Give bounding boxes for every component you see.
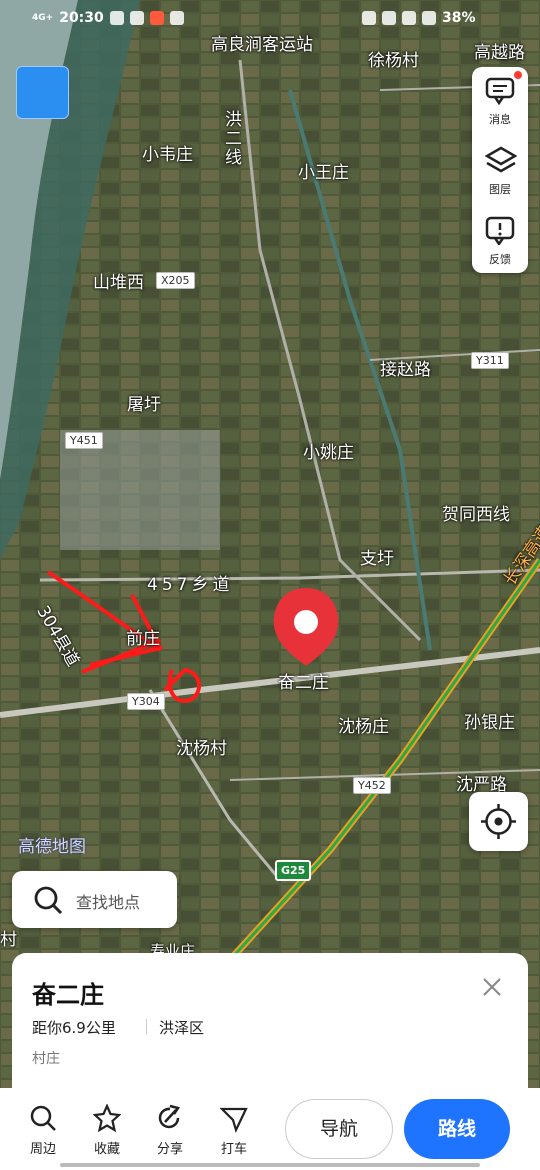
map-label: 小王庄 xyxy=(298,163,349,183)
map-label: 前庄 xyxy=(126,629,160,649)
map-side-panel: 消息 图层 反馈 xyxy=(472,67,528,273)
feedback-icon xyxy=(485,216,515,245)
map-label: 支圩 xyxy=(360,549,394,569)
map-label: 奋二庄 xyxy=(278,673,329,693)
search-icon xyxy=(34,886,63,915)
road-badge: Y451 xyxy=(65,432,103,449)
feedback-label: 反馈 xyxy=(489,253,511,266)
road-badge: X205 xyxy=(156,272,195,289)
wifi-icon xyxy=(422,11,436,25)
map-label: 村 xyxy=(0,930,17,950)
search-nearby-icon xyxy=(30,1105,56,1131)
map-label: 沈杨村 xyxy=(176,739,227,759)
place-district: 洪泽区 xyxy=(159,1019,205,1037)
network-indicator: 4G+ xyxy=(32,13,54,23)
map-label: 小姚庄 xyxy=(303,443,354,463)
map-label: 小韦庄 xyxy=(142,145,193,165)
map-label: 接赵路 xyxy=(380,360,431,380)
mute-icon xyxy=(402,11,416,25)
bottom-toolbar: 周边 收藏 分享 打车 导航 路线 xyxy=(0,1088,540,1170)
road-badge: Y452 xyxy=(353,777,391,794)
route-button[interactable]: 路线 xyxy=(404,1099,510,1159)
messages-label: 消息 xyxy=(489,113,511,126)
layers-icon xyxy=(485,146,517,173)
layers-button[interactable]: 图层 xyxy=(472,137,528,205)
star-icon xyxy=(93,1104,121,1133)
favorite-label: 收藏 xyxy=(93,1142,120,1157)
map-label: 贺同西线 xyxy=(442,505,510,525)
locate-me-button[interactable] xyxy=(469,792,528,851)
nearby-label: 周边 xyxy=(29,1142,56,1157)
app-notification-icon xyxy=(169,11,184,25)
place-type: 村庄 xyxy=(32,1051,60,1067)
road-badge: Y311 xyxy=(471,352,509,369)
place-distance: 距你6.9公里 xyxy=(32,1019,116,1037)
close-icon[interactable] xyxy=(480,975,504,999)
map-label: 屠圩 xyxy=(127,395,161,415)
map-label: 沈杨庄 xyxy=(338,717,389,737)
home-indicator[interactable] xyxy=(60,1163,480,1167)
road-badge: Y304 xyxy=(127,693,165,710)
status-bar: 4G+ 20:30 38% xyxy=(0,0,540,38)
app-notification-icon xyxy=(129,11,144,25)
app-notification-icon xyxy=(149,11,164,25)
map-label: 山堆西 xyxy=(93,273,144,293)
map-label: 高越路 xyxy=(474,43,525,63)
taxi-label: 打车 xyxy=(220,1142,247,1157)
search-place-box[interactable]: 查找地点 xyxy=(12,871,177,928)
map-watermark: 高德地图 xyxy=(18,837,86,857)
map-label: 徐杨村 xyxy=(368,51,419,71)
location-status-icon xyxy=(362,11,376,25)
unread-dot xyxy=(514,71,522,79)
bluetooth-icon xyxy=(382,11,396,25)
map-label: 457乡道 xyxy=(147,575,234,595)
search-placeholder: 查找地点 xyxy=(76,893,141,912)
feedback-button[interactable]: 反馈 xyxy=(472,207,528,275)
battery-level: 38% xyxy=(442,10,476,26)
app-notification-icon xyxy=(109,11,124,25)
map-label: 洪二线 xyxy=(221,110,241,167)
place-card: 奋二庄 距你6.9公里 洪泽区 村庄 xyxy=(12,953,528,1088)
place-name: 奋二庄 xyxy=(32,981,104,1009)
divider xyxy=(146,1019,147,1035)
navigate-button[interactable]: 导航 xyxy=(285,1099,393,1159)
expressway-badge: G25 xyxy=(275,860,312,881)
message-icon xyxy=(485,77,515,105)
clock: 20:30 xyxy=(59,10,104,26)
share-icon xyxy=(158,1104,181,1129)
map-label: 孙银庄 xyxy=(464,713,515,733)
crosshair-icon xyxy=(481,804,516,839)
taxi-icon xyxy=(220,1107,248,1134)
compass-button[interactable] xyxy=(16,66,69,119)
messages-button[interactable]: 消息 xyxy=(472,67,528,135)
share-label: 分享 xyxy=(156,1142,183,1157)
layers-label: 图层 xyxy=(489,183,511,196)
